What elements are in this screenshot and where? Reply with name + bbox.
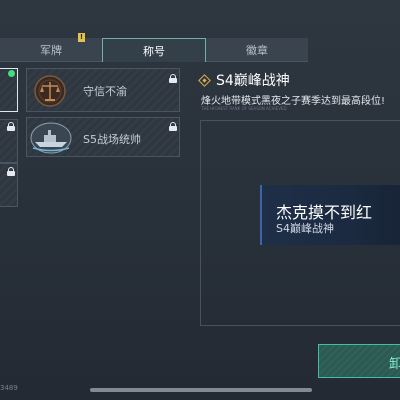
tab-label: 徽章 xyxy=(246,43,268,57)
unequip-button[interactable]: 卸 xyxy=(318,344,400,378)
title-label: 守信不渝 xyxy=(83,85,127,98)
title-card-shouxin[interactable]: 守信不渝 xyxy=(26,68,180,112)
tab-titles[interactable]: 称号 xyxy=(102,38,206,62)
button-label: 卸 xyxy=(389,353,400,372)
lock-icon xyxy=(169,122,177,131)
detail-description: 烽火地带模式黑夜之子赛季达到最高段位! xyxy=(201,96,386,107)
detail-title: S4巅峰战神 xyxy=(216,73,290,89)
tab-badges[interactable]: 徽章 xyxy=(206,38,308,62)
selected-indicator-dot xyxy=(8,70,15,77)
detail-header: S4巅峰战神 xyxy=(198,70,290,90)
title-label: S5战场统帅 xyxy=(83,133,141,146)
title-card-s5-commander[interactable]: S5战场统帅 xyxy=(26,117,180,157)
warship-emblem-icon xyxy=(30,122,72,154)
detail-fine-print: THE HIGHEST RANK OF SEASON ACHIEVED xyxy=(201,106,287,111)
nameplate-title: S4巅峰战神 xyxy=(276,222,334,235)
uid-text: 3489 xyxy=(0,384,18,392)
tab-label: 军牌 xyxy=(40,43,62,57)
tab-dog-tags[interactable]: 军牌 xyxy=(0,38,102,62)
lock-icon xyxy=(169,74,177,83)
lock-icon xyxy=(7,167,15,176)
lock-icon xyxy=(7,122,15,131)
tab-bar: 军牌 称号 徽章 xyxy=(0,38,308,62)
notification-badge: ! xyxy=(78,33,85,42)
diamond-icon xyxy=(198,73,211,87)
nameplate-preview: 杰克摸不到红 S4巅峰战神 xyxy=(260,185,400,245)
home-indicator[interactable] xyxy=(90,388,312,392)
scales-of-justice-icon xyxy=(34,75,66,107)
tab-label: 称号 xyxy=(143,44,165,58)
